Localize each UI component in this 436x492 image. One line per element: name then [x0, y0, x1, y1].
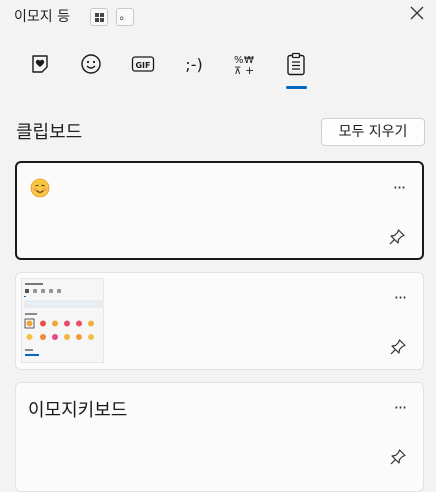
- symbols-icon: % ₩ ⊼ +: [234, 55, 254, 76]
- pin-icon: [389, 229, 405, 245]
- grid-icon: [95, 13, 99, 17]
- grid-view-button[interactable]: [90, 8, 108, 26]
- pin-icon: [390, 449, 406, 465]
- section-title: 클립보드: [16, 122, 83, 143]
- kaomoji-icon: ;-): [185, 54, 203, 74]
- app-title: 이모지 등: [14, 9, 70, 25]
- active-tab-indicator: [286, 86, 307, 89]
- svg-text:+: +: [245, 64, 254, 76]
- more-options-button[interactable]: ···: [391, 290, 409, 307]
- tab-emoji[interactable]: [69, 46, 113, 82]
- clipboard-item[interactable]: 이모지키보드 ···: [15, 382, 424, 492]
- svg-text:⊼: ⊼: [234, 66, 241, 76]
- pin-button[interactable]: [389, 338, 407, 356]
- pin-button[interactable]: [389, 448, 407, 466]
- clipboard-item[interactable]: ···: [15, 161, 424, 260]
- tab-kaomoji[interactable]: ;-): [172, 46, 216, 82]
- close-button[interactable]: [406, 2, 428, 24]
- more-options-button[interactable]: ···: [391, 400, 409, 417]
- gif-icon: GIF: [131, 56, 155, 72]
- close-icon: [410, 6, 424, 20]
- smiling-face-emoji: [30, 178, 50, 198]
- svg-text:GIF: GIF: [135, 61, 150, 70]
- pin-icon: [390, 339, 406, 355]
- category-tabs: GIF ;-) % ₩ ⊼ +: [18, 46, 418, 92]
- clear-all-button[interactable]: 모두 지우기: [321, 118, 425, 146]
- tab-symbols[interactable]: % ₩ ⊼ +: [223, 46, 267, 82]
- smiley-icon: [81, 54, 101, 74]
- heart-sticker-icon: [32, 55, 48, 73]
- tab-kaomoji-heart[interactable]: [18, 46, 62, 82]
- clipboard-icon: [287, 52, 305, 76]
- title-bar: 이모지 등 。: [0, 0, 436, 34]
- more-options-button[interactable]: ···: [390, 180, 408, 197]
- clipboard-item[interactable]: ···: [15, 272, 424, 370]
- tab-gif[interactable]: GIF: [121, 46, 165, 82]
- clipboard-text: 이모지키보드: [28, 400, 128, 421]
- pin-button[interactable]: [388, 228, 406, 246]
- svg-text:%: %: [234, 55, 244, 66]
- punctuation-button[interactable]: 。: [116, 8, 134, 26]
- tab-clipboard[interactable]: [274, 46, 318, 82]
- screenshot-thumbnail: [21, 278, 104, 363]
